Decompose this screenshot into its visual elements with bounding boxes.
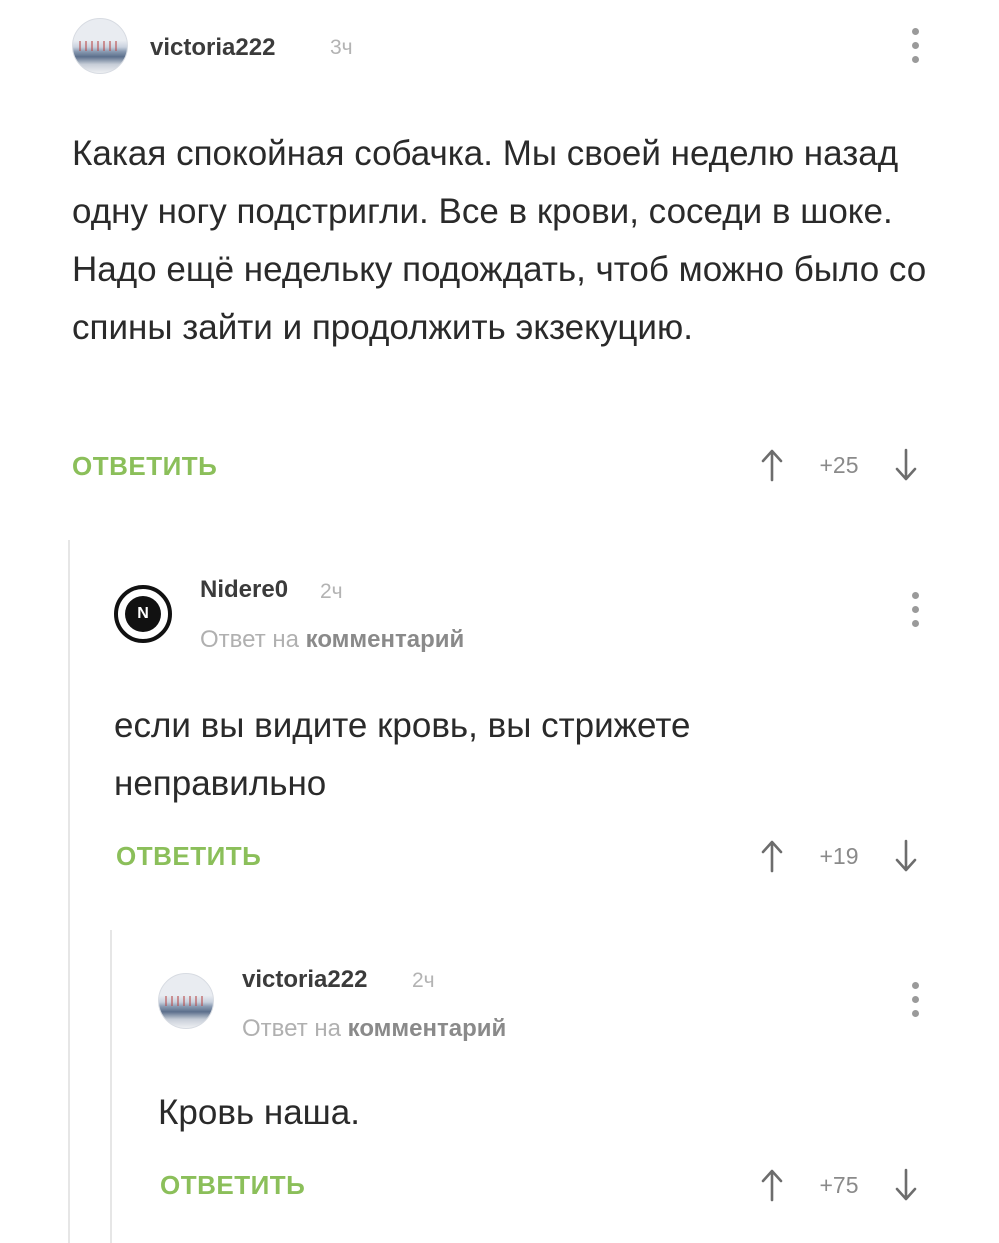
downvote-arrow-icon[interactable] bbox=[894, 839, 918, 873]
comment-text: Кровь наша. bbox=[158, 1093, 360, 1132]
more-options-icon[interactable] bbox=[908, 590, 922, 630]
avatar[interactable] bbox=[158, 973, 214, 1029]
comment-author[interactable]: victoria222 bbox=[242, 966, 367, 994]
reply-to-line: Ответ на комментарий bbox=[242, 1015, 506, 1043]
reply-to-prefix: Ответ на bbox=[242, 1015, 348, 1042]
comment-author[interactable]: victoria222 bbox=[150, 34, 275, 62]
avatar-photo-detail bbox=[165, 996, 207, 1006]
comment-time: 3ч bbox=[330, 36, 353, 59]
avatar[interactable]: N bbox=[114, 585, 172, 643]
vote-controls: +75 bbox=[760, 1168, 918, 1202]
avatar-letter: N bbox=[125, 596, 161, 632]
score: +25 bbox=[819, 451, 859, 478]
comment-time: 2ч bbox=[412, 969, 435, 992]
more-options-icon[interactable] bbox=[908, 980, 922, 1020]
reply-to-link[interactable]: комментарий bbox=[348, 1015, 507, 1042]
upvote-arrow-icon[interactable] bbox=[760, 1168, 784, 1202]
thread-line bbox=[68, 540, 70, 1243]
reply-button[interactable]: ОТВЕТИТЬ bbox=[160, 1170, 305, 1201]
comment-text: если вы видите кровь, вы стрижете неправ… bbox=[114, 706, 691, 803]
comments-page: victoria222 3ч Какая спокойная собачка. … bbox=[0, 0, 999, 1243]
vote-controls: +25 bbox=[760, 448, 918, 482]
reply-to-link[interactable]: комментарий bbox=[306, 626, 465, 653]
upvote-arrow-icon[interactable] bbox=[760, 839, 784, 873]
downvote-arrow-icon[interactable] bbox=[894, 1168, 918, 1202]
comment-time: 2ч bbox=[320, 580, 343, 603]
reply-button[interactable]: ОТВЕТИТЬ bbox=[72, 451, 217, 482]
downvote-arrow-icon[interactable] bbox=[894, 448, 918, 482]
upvote-arrow-icon[interactable] bbox=[760, 448, 784, 482]
score: +19 bbox=[819, 842, 859, 869]
reply-to-line: Ответ на комментарий bbox=[200, 626, 464, 654]
score: +75 bbox=[819, 1171, 859, 1198]
more-options-icon[interactable] bbox=[908, 26, 922, 66]
thread-line bbox=[110, 930, 112, 1243]
reply-button[interactable]: ОТВЕТИТЬ bbox=[116, 841, 261, 872]
comment-text: Какая спокойная собачка. Мы своей неделю… bbox=[72, 134, 927, 347]
reply-to-prefix: Ответ на bbox=[200, 626, 306, 653]
vote-controls: +19 bbox=[760, 839, 918, 873]
avatar[interactable] bbox=[72, 18, 128, 74]
avatar-photo-detail bbox=[79, 41, 121, 51]
comment-author[interactable]: Nidere0 bbox=[200, 576, 288, 604]
